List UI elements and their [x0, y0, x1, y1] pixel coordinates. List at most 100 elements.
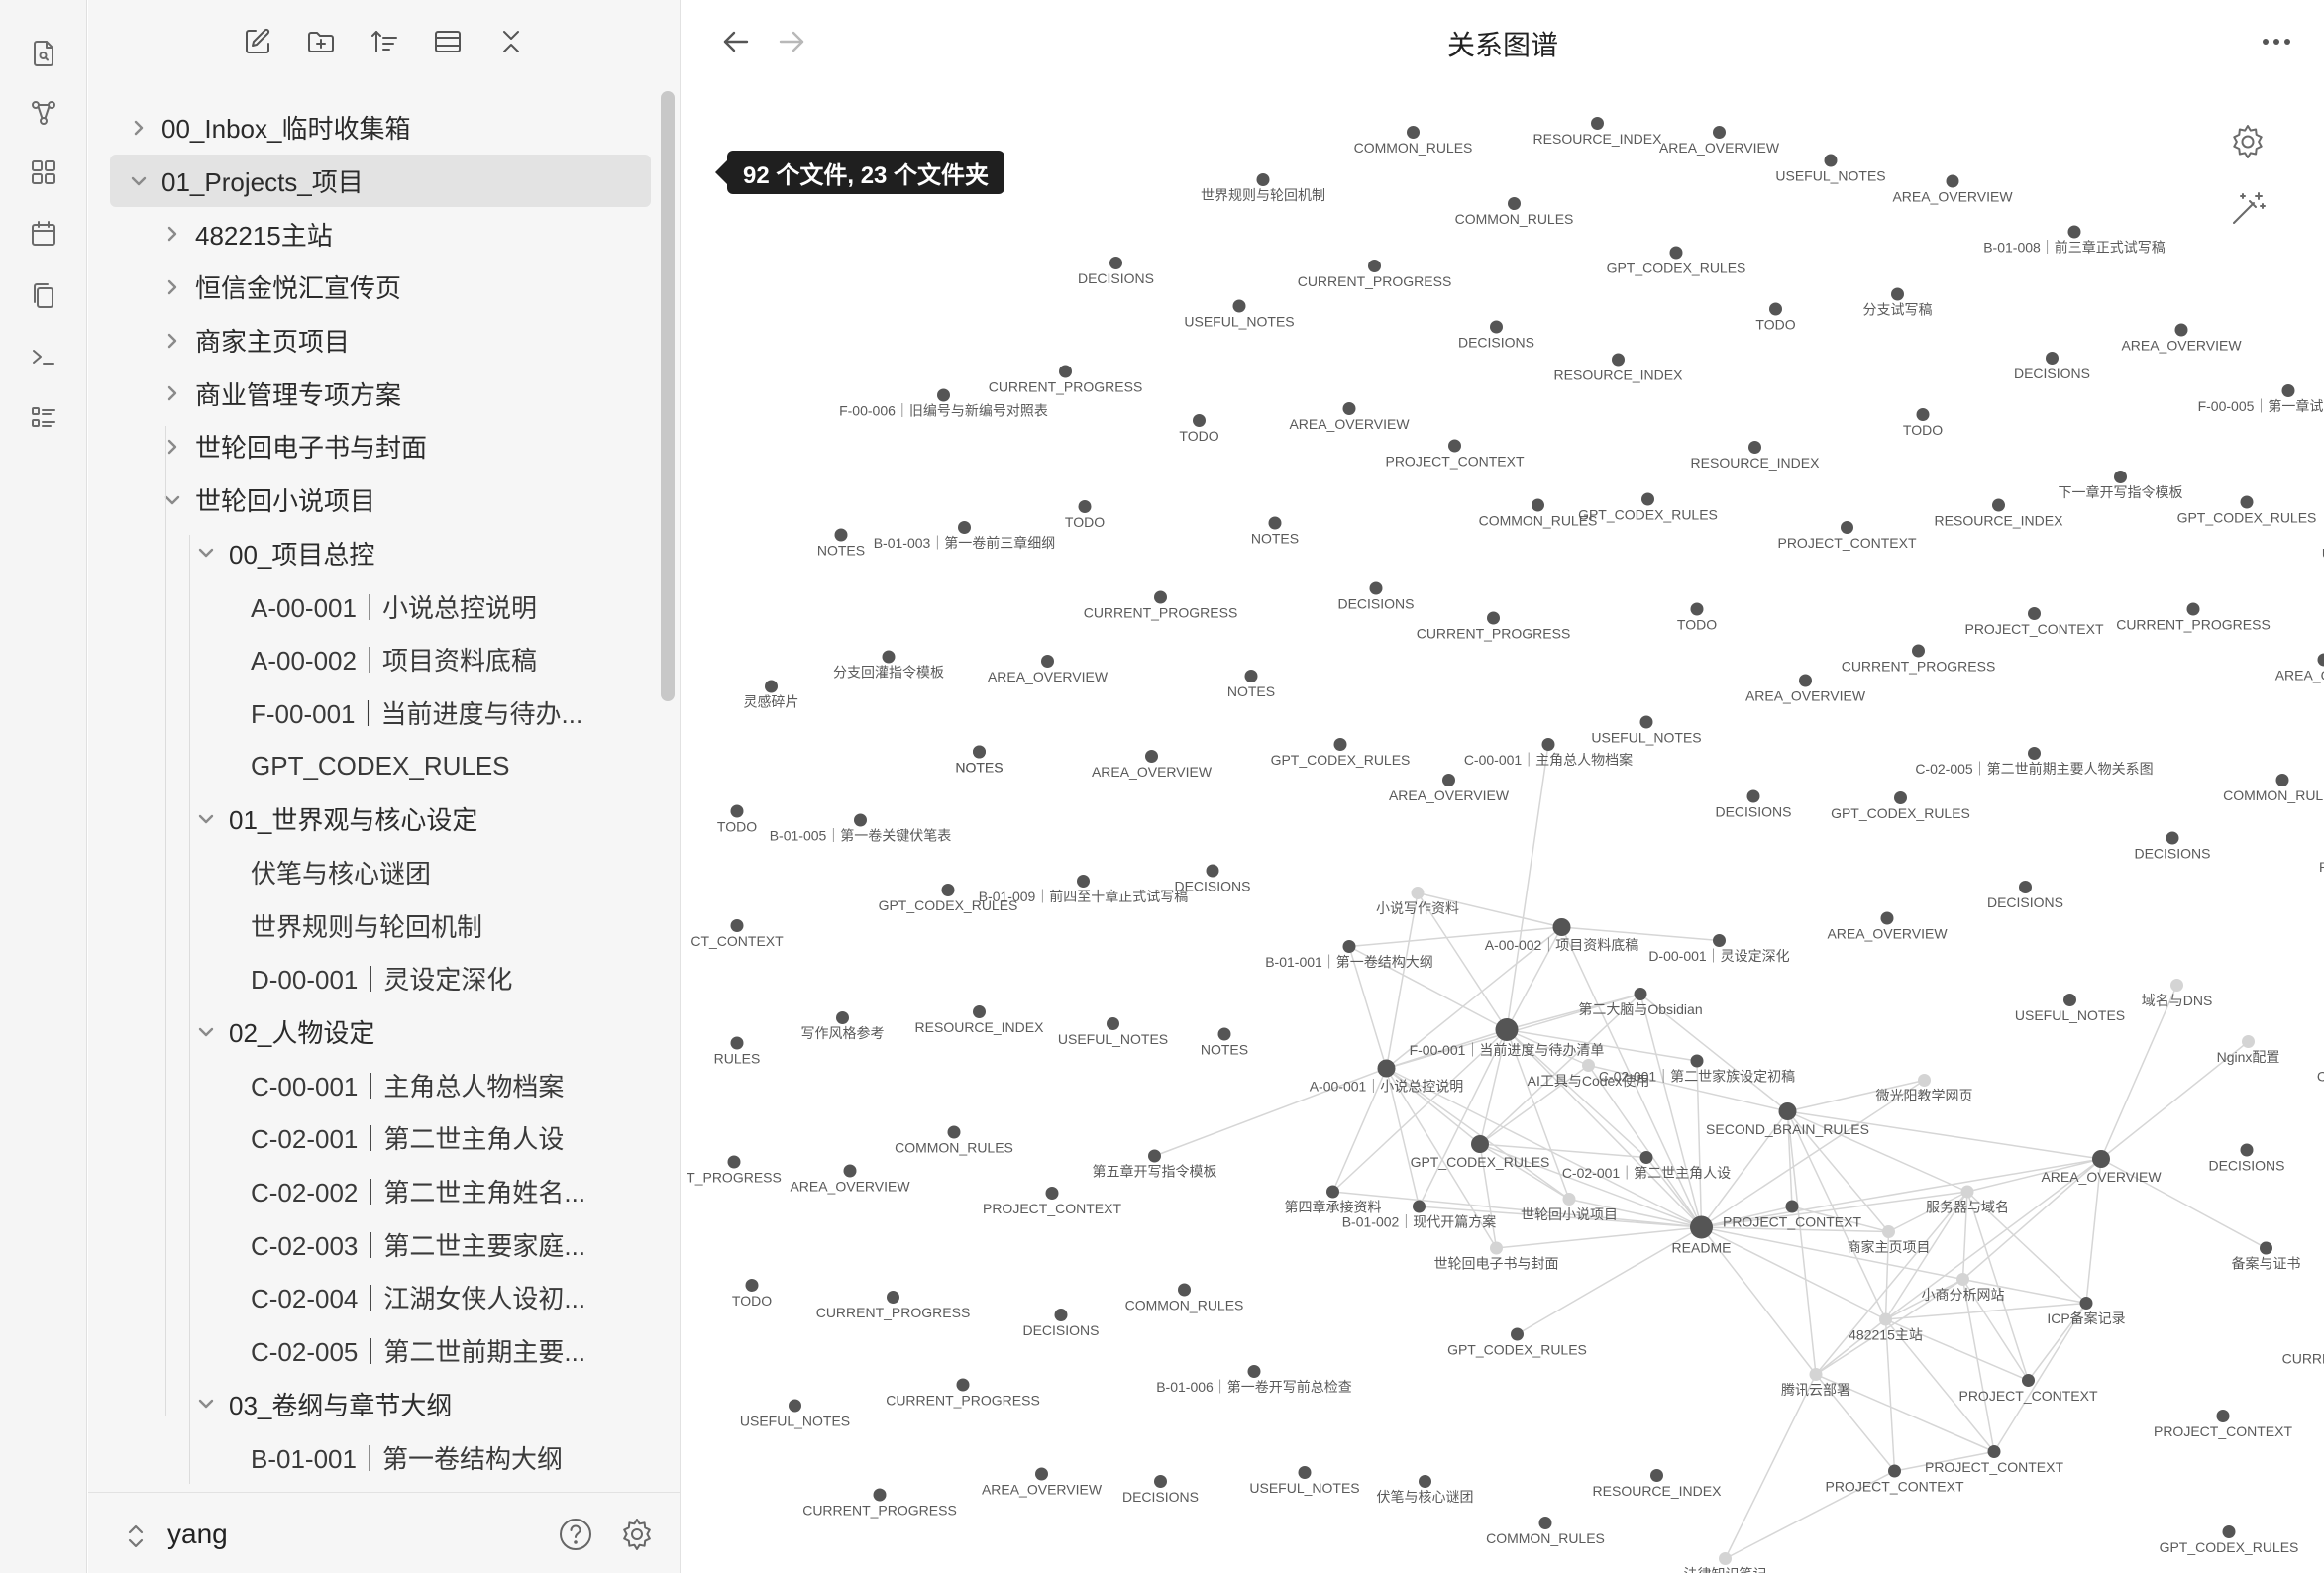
graph-node-dot[interactable] — [1562, 1193, 1576, 1206]
file-search-icon[interactable] — [20, 30, 67, 77]
graph-node[interactable]: CURRENT_PROGRESS — [802, 1488, 957, 1519]
graph-node[interactable]: 小说写作资料 — [1376, 887, 1459, 916]
graph-node[interactable]: RESOURCE_INDEX — [915, 1005, 1045, 1035]
graph-node-dot[interactable] — [1612, 353, 1625, 367]
graph-node[interactable]: AREA_OVERVIEW — [790, 1164, 910, 1195]
graph-node-dot[interactable] — [1879, 1312, 1892, 1326]
file-item[interactable]: D-00-001｜灵设定深化 — [110, 952, 651, 1005]
graph-node[interactable]: DECISIONS — [1022, 1309, 1100, 1338]
graph-node-dot[interactable] — [1109, 257, 1122, 269]
graph-node[interactable]: AREA_OVERVIEW — [988, 655, 1109, 684]
graph-node[interactable]: GPT_CODEX_RULES — [1447, 1327, 1587, 1358]
graph-node[interactable]: 写作风格参考 — [801, 1011, 885, 1041]
graph-node[interactable]: 分支回灌指令模板 — [833, 650, 944, 681]
graph-node-dot[interactable] — [1244, 670, 1258, 682]
dashboard-icon[interactable] — [20, 149, 67, 196]
graph-node[interactable]: NOTES — [1201, 1027, 1248, 1058]
graph-node-dot[interactable] — [843, 1164, 857, 1178]
graph-node-dot[interactable] — [1333, 738, 1347, 751]
graph-node-dot[interactable] — [1326, 1185, 1339, 1199]
graph-node-dot[interactable] — [947, 1125, 961, 1139]
graph-node-dot[interactable] — [1448, 439, 1461, 453]
graph-node-dot[interactable] — [1268, 516, 1282, 530]
graph-node[interactable]: RESOURCE_INDEX — [1691, 441, 1821, 471]
graph-node-dot[interactable] — [1946, 174, 1959, 188]
graph-node-dot[interactable] — [1894, 791, 1907, 804]
file-item[interactable]: C-02-004｜江湖女侠人设初... — [110, 1271, 651, 1324]
graph-node[interactable]: CURRENT_PROGRESS — [2116, 602, 2271, 633]
graph-node-dot[interactable] — [854, 813, 867, 827]
folder-item[interactable]: 03_卷纲与章节大纲 — [110, 1378, 651, 1431]
graph-node-dot[interactable] — [1641, 492, 1654, 506]
graph-node[interactable]: TODO — [1755, 302, 1796, 333]
graph-node[interactable]: PROJECT_CONTEXT — [1958, 1374, 2098, 1404]
graph-node[interactable]: AREA_OVERVI — [2275, 653, 2324, 683]
graph-node[interactable]: DECISIONS — [1078, 257, 1154, 286]
graph-node[interactable]: NOTES — [817, 528, 865, 559]
graph-node[interactable]: COMMON_RULES — [1486, 1517, 1605, 1546]
graph-node[interactable]: 世轮回电子书与封面 — [1434, 1241, 1559, 1272]
copy-icon[interactable] — [20, 271, 67, 319]
graph-node[interactable]: DECISIONS — [1174, 864, 1251, 894]
graph-node[interactable]: TODO — [717, 804, 757, 835]
collapse-all-icon[interactable] — [426, 20, 470, 63]
graph-node[interactable]: USEFUL_NOTES — [1058, 1017, 1168, 1047]
graph-node[interactable]: CURRENT_PROGRESS — [1842, 644, 1996, 675]
graph-node-dot[interactable] — [958, 521, 971, 534]
graph-node-dot[interactable] — [745, 1279, 759, 1292]
graph-node-dot[interactable] — [1413, 1200, 1426, 1213]
graph-node[interactable]: CURRENT_PROGRESS — [989, 365, 1143, 395]
graph-node[interactable]: AREA_OVERVIEW — [1092, 750, 1213, 780]
graph-node[interactable]: 世界规则与轮回机制 — [1201, 173, 1325, 203]
chevron-right-icon[interactable] — [158, 272, 187, 302]
graph-node-dot[interactable] — [1054, 1309, 1068, 1321]
graph-node[interactable]: RESOURCE_INDEX — [1533, 117, 1663, 147]
graph-node-dot[interactable] — [2281, 384, 2295, 397]
graph-node-dot[interactable] — [1960, 1185, 1974, 1199]
graph-node-dot[interactable] — [2079, 1297, 2093, 1310]
graph-node[interactable]: A-00-002｜项目资料底稿 — [1485, 918, 1639, 953]
graph-node-dot[interactable] — [1956, 1273, 1969, 1286]
graph-node-dot[interactable] — [1719, 1552, 1732, 1565]
graph-node[interactable]: 分支试写稿 — [1863, 287, 1933, 318]
graph-node[interactable]: NOTES — [1251, 516, 1299, 547]
graph-node-dot[interactable] — [956, 1378, 970, 1392]
graph-node-dot[interactable] — [1059, 365, 1072, 378]
file-item[interactable]: 伏笔与核心谜团 — [110, 846, 651, 899]
graph-node[interactable]: COMMON_RULES — [1125, 1283, 1244, 1313]
graph-node-dot[interactable] — [1411, 887, 1425, 899]
folder-item[interactable]: 01_Projects_项目 — [110, 154, 651, 208]
graph-node-dot[interactable] — [1650, 1469, 1663, 1482]
graph-node[interactable]: CT_CONTEXT — [690, 919, 784, 949]
graph-node-dot[interactable] — [1154, 590, 1167, 604]
graph-node-dot[interactable] — [1690, 1215, 1713, 1239]
chevron-down-icon[interactable] — [158, 485, 187, 515]
file-item[interactable]: C-00-001｜主角总人物档案 — [110, 1058, 651, 1111]
folder-item[interactable]: 商业管理专项方案 — [110, 367, 651, 420]
graph-node-dot[interactable] — [1538, 1517, 1552, 1529]
graph-node-dot[interactable] — [1746, 789, 1760, 803]
graph-node-dot[interactable] — [1690, 602, 1704, 616]
graph-node[interactable]: USEFUL_NOTES — [740, 1399, 850, 1429]
graph-node-dot[interactable] — [1669, 246, 1683, 260]
graph-node[interactable]: F-00-005｜第一章试写复盘与 — [2198, 384, 2324, 414]
graph-node[interactable]: 域名与DNS — [2142, 979, 2213, 1008]
graph-node-dot[interactable] — [1193, 414, 1206, 427]
graph-node[interactable]: RESOURCE_INDEX — [1593, 1469, 1723, 1499]
graph-node-dot[interactable] — [1639, 1151, 1653, 1164]
graph-node-dot[interactable] — [1769, 302, 1782, 316]
graph-node-dot[interactable] — [1639, 715, 1653, 729]
graph-node-dot[interactable] — [941, 884, 955, 896]
graph-node-dot[interactable] — [1785, 1200, 1799, 1213]
graph-node-dot[interactable] — [1077, 875, 1090, 888]
graph-node[interactable]: D-00-001｜灵设定深化 — [1648, 934, 1790, 964]
graph-node[interactable]: 下一章开写指令模板 — [2059, 471, 2183, 500]
graph-node[interactable]: USEFUL_NOTES — [1591, 715, 1702, 746]
graph-node[interactable]: DECISIONS — [1458, 320, 1534, 351]
graph-node[interactable]: COMM — [2317, 1055, 2324, 1085]
folder-item[interactable]: 01_世界观与核心设定 — [110, 792, 651, 846]
graph-node-dot[interactable] — [2216, 1410, 2230, 1422]
file-item[interactable]: A-00-002｜项目资料底稿 — [110, 633, 651, 686]
graph-node[interactable]: GPT_CODEX_RULES — [2177, 495, 2317, 526]
graph-node[interactable]: C-02-005｜第二世前期主要人物关系图 — [1915, 747, 2154, 777]
